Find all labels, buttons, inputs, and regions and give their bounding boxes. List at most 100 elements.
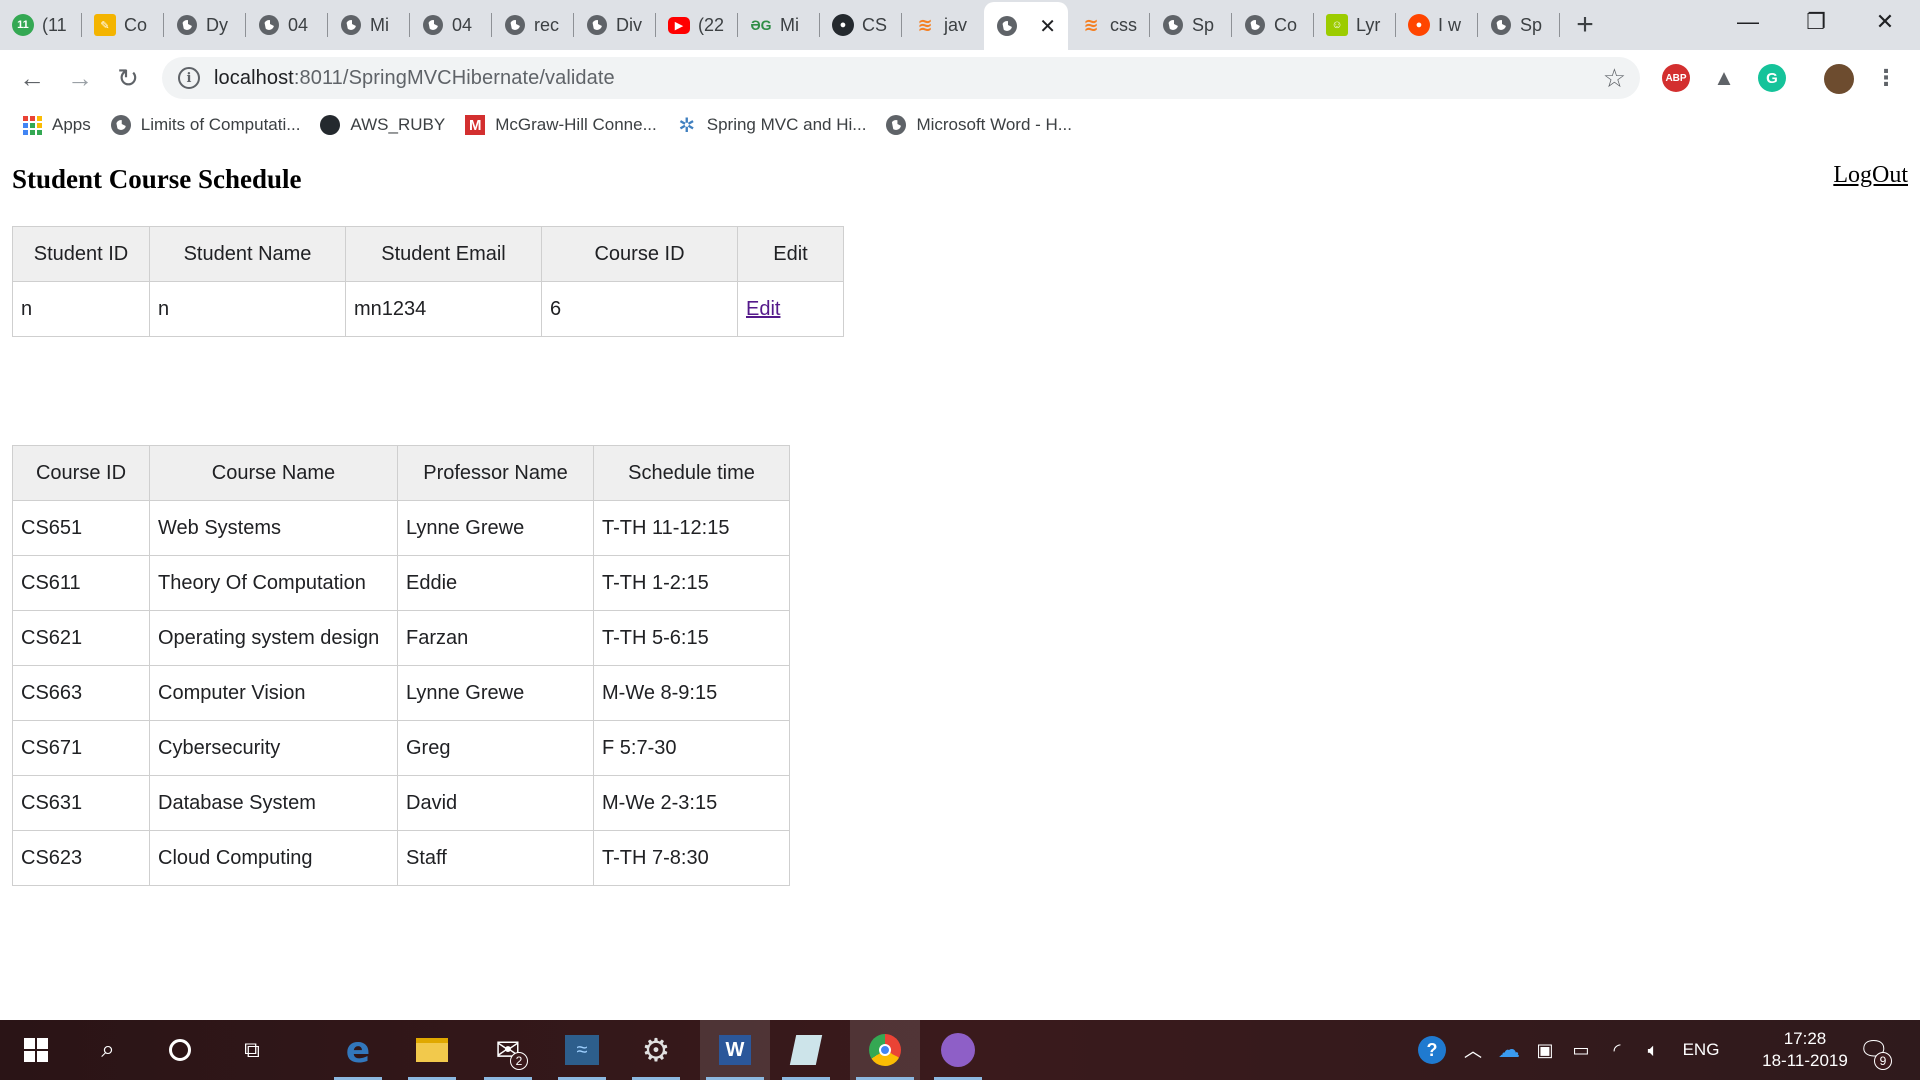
close-window-button[interactable]: ✕ <box>1850 0 1920 44</box>
tab-title: Co <box>1274 14 1298 35</box>
cell-professor: Lynne Grewe <box>397 500 594 556</box>
table-row: CS611 Theory Of Computation Eddie T-TH 1… <box>12 555 790 611</box>
tab[interactable]: 11 (11 <box>0 0 82 50</box>
tab[interactable]: ✎ Co <box>82 0 164 50</box>
onedrive-tray-icon[interactable]: ☁ <box>1492 1020 1526 1080</box>
menu-kebab-icon[interactable]: ⋮ <box>1872 64 1900 92</box>
profile-avatar[interactable] <box>1824 64 1854 94</box>
tab-active[interactable]: ✕ <box>984 2 1068 50</box>
close-icon: ✕ <box>1875 9 1895 34</box>
column-header: Schedule time <box>593 445 790 501</box>
task-view-button[interactable]: ⧉ <box>222 1020 282 1080</box>
cell-course-name: Theory Of Computation <box>149 555 398 611</box>
mail-badge: 2 <box>510 1052 528 1070</box>
mcgraw-hill-icon: M <box>465 115 486 135</box>
system-clock[interactable]: 17:28 18-11-2019 <box>1750 1028 1860 1072</box>
tab[interactable]: Dy <box>164 0 246 50</box>
tab[interactable]: ● CS <box>820 0 902 50</box>
tab[interactable]: Co <box>1232 0 1314 50</box>
tab-title: Mi <box>780 14 799 35</box>
github-icon: ● <box>832 14 854 36</box>
start-button[interactable] <box>6 1020 66 1080</box>
windows-logo-icon <box>24 1038 48 1062</box>
taskbar-notes[interactable] <box>776 1020 836 1080</box>
display-tray-icon[interactable]: ▣ <box>1528 1020 1562 1080</box>
table-row: CS621 Operating system design Farzan T-T… <box>12 610 790 666</box>
arrow-right-icon: → <box>67 62 93 93</box>
bookmark-aws-ruby[interactable]: AWS_RUBY <box>310 106 455 144</box>
cell-professor: Greg <box>397 720 594 776</box>
forward-button[interactable]: → <box>62 60 98 96</box>
tab[interactable]: ≋ css <box>1068 0 1150 50</box>
close-tab-icon[interactable]: ✕ <box>1039 14 1056 39</box>
globe-icon <box>110 115 131 135</box>
tab[interactable]: ☺ Lyr <box>1314 0 1396 50</box>
wifi-tray-icon[interactable]: ◜ <box>1600 1020 1634 1080</box>
column-header: Professor Name <box>397 445 594 501</box>
tab[interactable]: ƏG Mi <box>738 0 820 50</box>
taskbar-mysql[interactable]: ≈ <box>552 1020 612 1080</box>
cell-professor: Staff <box>397 830 594 886</box>
action-center-button[interactable]: 🗨︎ 9 <box>1852 1020 1896 1080</box>
taskbar-github-desktop[interactable] <box>928 1020 988 1080</box>
taskbar-file-explorer[interactable] <box>402 1020 462 1080</box>
course-table: Course ID Course Name Professor Name Sch… <box>12 445 790 886</box>
cell-course-id: CS621 <box>12 610 150 666</box>
grammarly-icon[interactable]: G <box>1758 64 1786 92</box>
tab-title: jav <box>944 14 968 35</box>
taskbar-edge[interactable]: e <box>328 1020 388 1080</box>
back-button[interactable]: ← <box>14 60 50 96</box>
search-button[interactable]: ⌕ <box>78 1020 138 1080</box>
volume-tray-icon[interactable]: 🔈︎ <box>1636 1020 1670 1080</box>
url-text[interactable]: localhost:8011/SpringMVCHibernate/valida… <box>214 67 615 90</box>
tab[interactable]: 04 <box>246 0 328 50</box>
minimize-button[interactable]: — <box>1713 0 1783 44</box>
tab[interactable]: ▶ (22 <box>656 0 738 50</box>
column-header: Student Name <box>149 226 346 282</box>
bookmark-limits[interactable]: Limits of Computati... <box>101 106 311 144</box>
bookmark-word[interactable]: Microsoft Word - H... <box>876 106 1082 144</box>
tab[interactable]: 04 <box>410 0 492 50</box>
taskbar-chrome[interactable] <box>850 1020 920 1080</box>
restore-button[interactable]: ❐ <box>1781 0 1851 44</box>
tab[interactable]: Div <box>574 0 656 50</box>
taskbar-eclipse[interactable]: ⚙ <box>626 1020 686 1080</box>
bookmark-mcgraw-hill[interactable]: M McGraw-Hill Conne... <box>455 106 667 144</box>
tab-title: Div <box>616 14 642 35</box>
logout-link[interactable]: LogOut <box>1833 162 1908 189</box>
globe-icon <box>1244 14 1266 36</box>
github-icon <box>320 115 341 135</box>
address-bar[interactable]: i localhost:8011/SpringMVCHibernate/vali… <box>162 57 1640 99</box>
table-row: CS623 Cloud Computing Staff T-TH 7-8:30 <box>12 830 790 886</box>
bookmark-apps[interactable]: Apps <box>0 106 101 144</box>
plus-icon: + <box>1576 8 1594 41</box>
drive-icon[interactable]: ▲ <box>1710 64 1738 92</box>
input-language[interactable]: ENG <box>1676 1020 1726 1080</box>
taskbar-mail[interactable]: ✉ 2 <box>478 1020 538 1080</box>
volume-icon: 🔈︎ <box>1647 1039 1659 1060</box>
cell-course-name: Cybersecurity <box>149 720 398 776</box>
cell-course-id: CS651 <box>12 500 150 556</box>
table-header-row: Student ID Student Name Student Email Co… <box>12 226 844 282</box>
search-icon: ⌕ <box>101 1036 115 1063</box>
cell-professor: Farzan <box>397 610 594 666</box>
taskbar-word[interactable]: W <box>700 1020 770 1080</box>
bookmark-spring-mvc[interactable]: ✲ Spring MVC and Hi... <box>667 106 877 144</box>
show-hidden-icons-button[interactable]: ︿ <box>1456 1020 1490 1080</box>
adblock-icon[interactable]: ABP <box>1662 64 1690 92</box>
tab[interactable]: ● I w <box>1396 0 1478 50</box>
bookmark-star-icon[interactable]: ☆ <box>1603 63 1626 94</box>
new-tab-button[interactable]: + <box>1560 0 1610 50</box>
tab[interactable]: Sp <box>1478 0 1560 50</box>
help-tray-icon[interactable]: ? <box>1412 1020 1452 1080</box>
tab[interactable]: Mi <box>328 0 410 50</box>
battery-tray-icon[interactable]: ▭ <box>1564 1020 1598 1080</box>
tab[interactable]: rec <box>492 0 574 50</box>
edit-link[interactable]: Edit <box>746 298 780 320</box>
reload-button[interactable]: ↻ <box>110 60 146 96</box>
globe-icon <box>504 14 526 36</box>
site-info-icon[interactable]: i <box>178 67 200 89</box>
tab[interactable]: ≋ jav <box>902 0 984 50</box>
tab[interactable]: Sp <box>1150 0 1232 50</box>
cortana-button[interactable] <box>150 1020 210 1080</box>
